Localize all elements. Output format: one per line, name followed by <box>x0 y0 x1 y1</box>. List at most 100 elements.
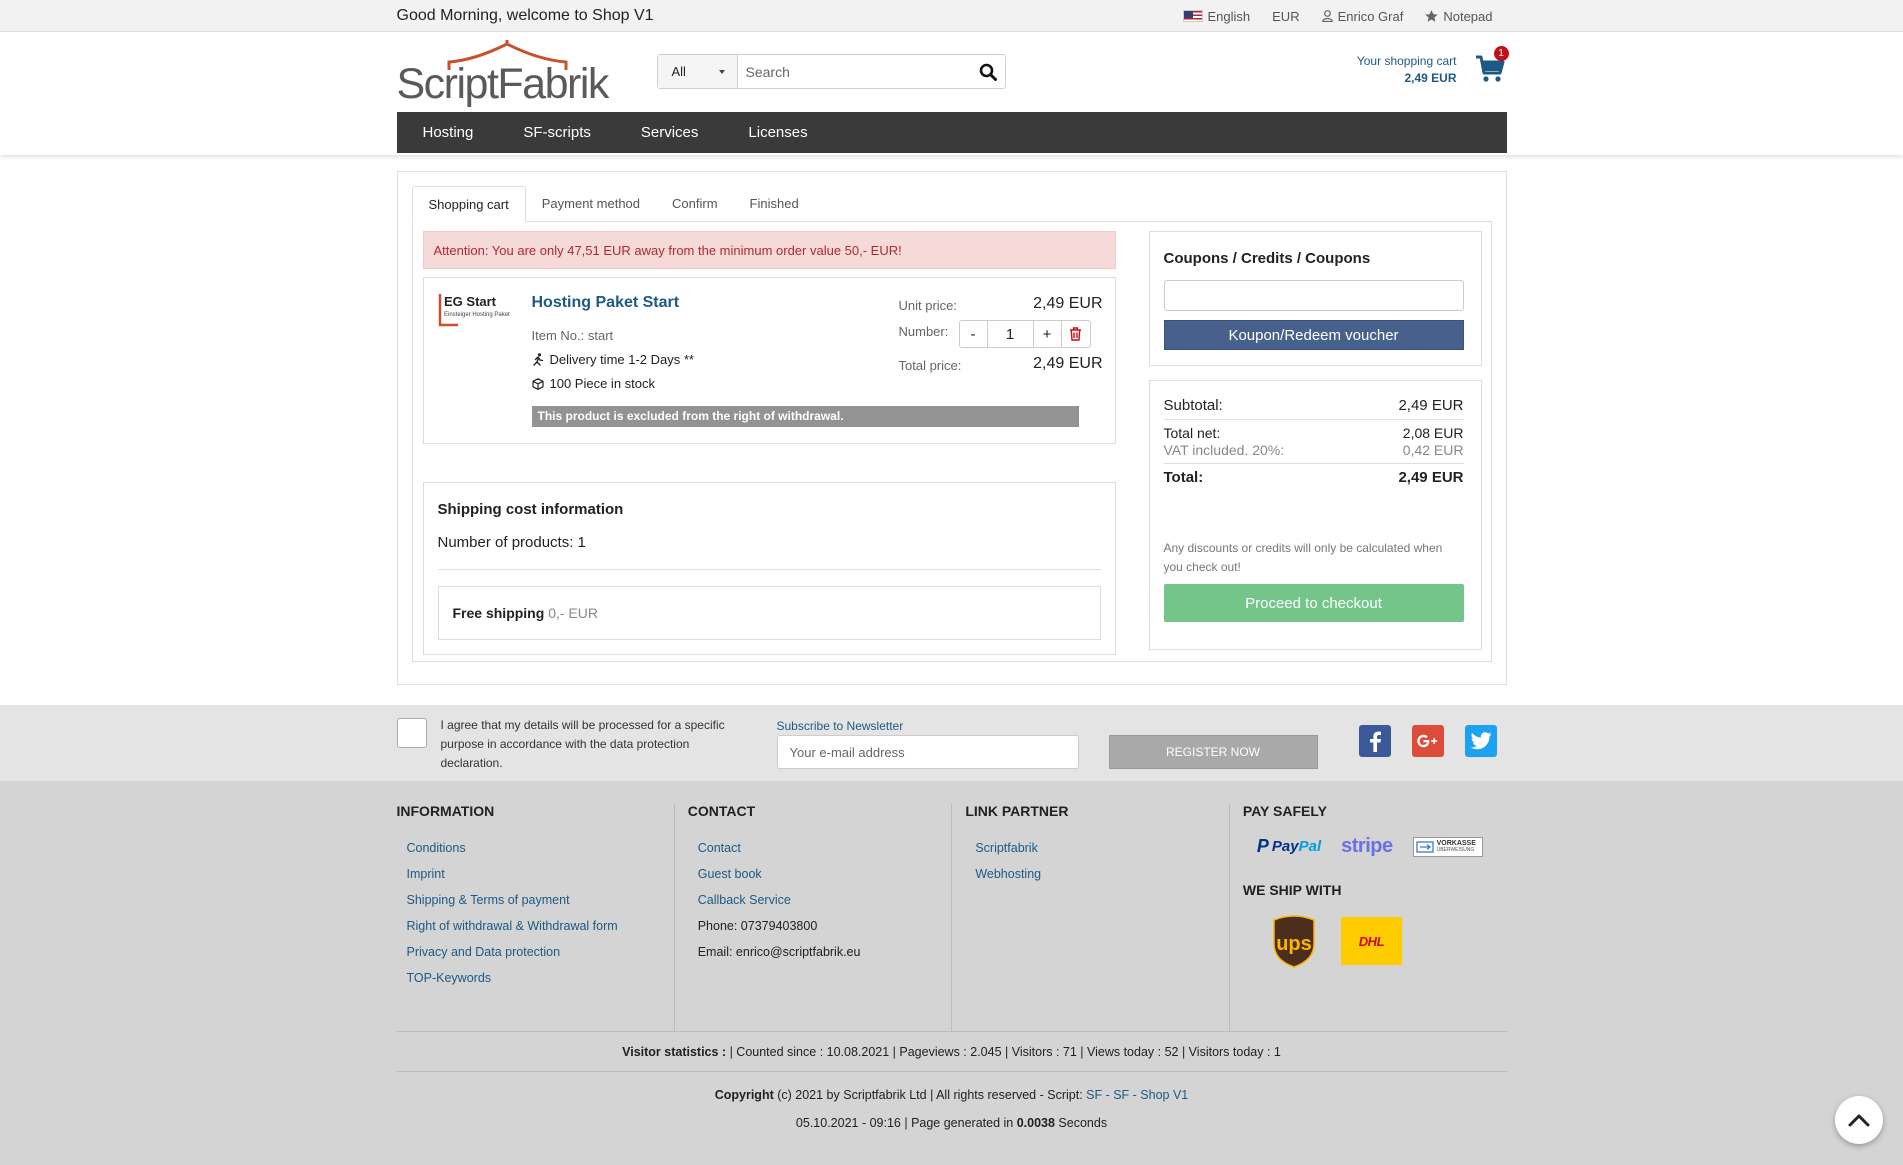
remove-item-button[interactable] <box>1062 321 1090 347</box>
user-name: Enrico Graf <box>1337 8 1404 24</box>
script-link[interactable]: SF - SF - Shop V1 <box>1086 1088 1188 1102</box>
product-image[interactable]: EG Start Einsteiger Hosting Paket <box>438 292 528 332</box>
vat-row: VAT included. 20%: 0,42 EUR <box>1164 442 1464 458</box>
divider <box>437 569 1101 570</box>
facebook-icon[interactable] <box>1358 725 1391 757</box>
footer-information: INFORMATION Conditions Imprint Shipping … <box>397 803 674 1031</box>
checkout-panel: Shopping cart Payment method Confirm Fin… <box>396 171 1507 685</box>
order-summary: Subtotal: 2,49 EUR Total net: 2,08 EUR V… <box>1148 380 1482 650</box>
paypal-logo-text-a: Pay <box>1271 838 1299 855</box>
nav-item-licenses[interactable]: Licenses <box>748 124 807 141</box>
search-button[interactable] <box>971 55 1005 88</box>
page-generated: 05.10.2021 - 09:16 | Page generated in 0… <box>397 1116 1507 1130</box>
ups-logo-text: ups <box>1276 933 1312 955</box>
twitter-icon[interactable] <box>1464 725 1497 757</box>
user-account-link[interactable]: Enrico Graf <box>1321 8 1404 24</box>
currency-selector[interactable]: EUR <box>1272 9 1299 24</box>
subtotal-label: Subtotal: <box>1163 397 1223 414</box>
footer-link-guest-book[interactable]: Guest book <box>698 861 952 887</box>
consent-checkbox[interactable] <box>396 718 427 748</box>
stock-info: 100 Piece in stock <box>531 376 655 391</box>
footer-information-title: INFORMATION <box>396 803 495 819</box>
nav-item-hosting[interactable]: Hosting <box>423 124 474 141</box>
site-footer: INFORMATION Conditions Imprint Shipping … <box>0 781 1903 1164</box>
dhl-logo-text: DHL <box>1358 933 1385 949</box>
star-icon <box>1425 10 1439 22</box>
cart-label: Your shopping cart <box>1356 54 1457 68</box>
proceed-to-checkout-button[interactable]: Proceed to checkout <box>1163 584 1464 622</box>
register-now-button[interactable]: REGISTER NOW <box>1108 735 1318 769</box>
footer-link-callback[interactable]: Callback Service <box>698 887 952 913</box>
footer-link-top-keywords[interactable]: TOP-Keywords <box>407 965 674 991</box>
social-links <box>1358 725 1497 757</box>
logo[interactable]: ScriptFabrik <box>396 38 610 108</box>
scroll-to-top-button[interactable] <box>1835 1096 1883 1144</box>
visitor-statistics: Visitor statistics : | Counted since : 1… <box>396 1031 1507 1072</box>
footer-link-contact[interactable]: Contact <box>698 835 952 861</box>
footer-link-conditions[interactable]: Conditions <box>407 835 674 861</box>
net-value: 2,08 EUR <box>1402 425 1464 441</box>
delivery-time: Delivery time 1-2 Days ** <box>532 352 694 367</box>
language-label: English <box>1207 8 1251 24</box>
newsletter-email-input[interactable] <box>776 735 1079 769</box>
welcome-text: Good Morning, welcome to Shop V1 <box>396 7 654 24</box>
unit-price-value: 2,49 EUR <box>1033 295 1103 312</box>
footer-link-withdrawal[interactable]: Right of withdrawal & Withdrawal form <box>407 913 674 939</box>
shipping-method: Free shipping 0,- EUR <box>437 586 1101 640</box>
product-title-link[interactable]: Hosting Paket Start <box>532 294 680 312</box>
language-selector[interactable]: English <box>1182 8 1251 24</box>
quantity-decrease-button[interactable]: - <box>960 321 988 347</box>
paypal-logo: P Pay Pal <box>1257 836 1321 857</box>
subtotal-row: Subtotal: 2,49 EUR <box>1164 397 1464 414</box>
running-person-icon <box>532 353 543 366</box>
quantity-stepper: - 1 + <box>958 320 1091 348</box>
net-label: Total net: <box>1163 425 1221 441</box>
divider <box>1163 463 1464 464</box>
shopping-cart-widget[interactable]: Your shopping cart 2,49 EUR 1 <box>1356 46 1509 87</box>
paypal-logo-text-b: Pal <box>1298 838 1322 855</box>
total-value: 2,49 EUR <box>1398 469 1464 486</box>
copyright-label: Copyright <box>714 1088 774 1102</box>
redeem-voucher-button[interactable]: Koupon/Redeem voucher <box>1163 320 1464 350</box>
google-plus-icon[interactable] <box>1411 725 1444 757</box>
footer-link-webhosting[interactable]: Webhosting <box>975 861 1229 887</box>
footer-phone: Phone: 07379403800 <box>697 919 818 933</box>
total-label: Total: <box>1163 469 1204 486</box>
shipping-title: Shipping cost information <box>437 501 624 518</box>
transfer-icon <box>1415 840 1434 853</box>
cart-icon-wrapper[interactable]: 1 <box>1475 46 1509 87</box>
search-input[interactable] <box>737 56 971 87</box>
footer-link-partner: LINK PARTNER Scriptfabrik Webhosting <box>951 803 1229 1031</box>
footer-link-scriptfabrik[interactable]: Scriptfabrik <box>975 835 1229 861</box>
tab-content: Attention: You are only 47,51 EUR away f… <box>411 222 1492 662</box>
quantity-label: Number: <box>898 324 949 339</box>
logo-text: ScriptFabrik <box>396 60 610 108</box>
vat-value: 0,42 EUR <box>1402 442 1464 458</box>
coupon-input[interactable] <box>1163 280 1464 311</box>
shipping-method-cost: 0,- EUR <box>548 605 598 621</box>
ups-logo: ups <box>1271 914 1317 968</box>
stripe-logo: stripe <box>1341 835 1393 857</box>
footer-pay-safely: PAY SAFELY P Pay Pal stripe VORKASSE ÜBER… <box>1228 803 1507 1031</box>
divider <box>1163 419 1464 420</box>
generated-time: 0.0038 <box>1016 1116 1055 1130</box>
chevron-up-icon <box>1848 1114 1870 1127</box>
unit-price-label: Unit price: <box>898 298 958 313</box>
search-category-select[interactable]: All <box>657 55 738 88</box>
footer-partner-title: LINK PARTNER <box>965 803 1069 819</box>
minimum-order-alert: Attention: You are only 47,51 EUR away f… <box>422 231 1116 269</box>
quantity-value[interactable]: 1 <box>988 321 1034 347</box>
footer-link-imprint[interactable]: Imprint <box>407 861 674 887</box>
nav-item-sf-scripts[interactable]: SF-scripts <box>523 124 591 141</box>
nav-item-services[interactable]: Services <box>641 124 699 141</box>
coupon-title: Coupons / Credits / Coupons <box>1163 250 1371 267</box>
notepad-link[interactable]: Notepad <box>1425 9 1493 24</box>
net-row: Total net: 2,08 EUR <box>1164 425 1464 441</box>
quantity-increase-button[interactable]: + <box>1034 321 1062 347</box>
copyright-text: (c) 2021 by Scriptfabrik Ltd | All right… <box>773 1088 1087 1102</box>
footer-link-privacy[interactable]: Privacy and Data protection <box>407 939 674 965</box>
newsletter-bar: I agree that my details will be processe… <box>0 705 1903 781</box>
footer-contact-title: CONTACT <box>687 803 756 819</box>
footer-link-shipping-terms[interactable]: Shipping & Terms of payment <box>407 887 674 913</box>
total-price-value: 2,49 EUR <box>1033 355 1103 372</box>
